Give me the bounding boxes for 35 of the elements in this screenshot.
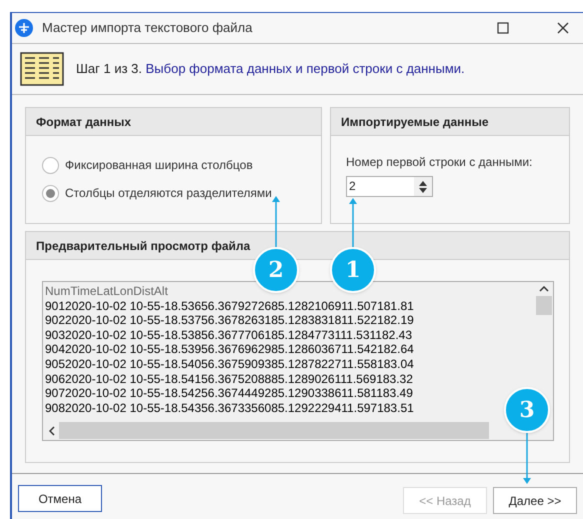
preview-line: 9062020-10-02 10-55-18.54156.3675208885.1289026111.569183.32: [45, 372, 413, 386]
radio-option[interactable]: Фиксированная ширина столбцов: [42, 156, 253, 174]
preview-header: NumTimeLatLonDistAlt: [45, 284, 168, 299]
app-icon: [14, 18, 34, 38]
number-spinner[interactable]: 2: [346, 176, 433, 197]
radio-button[interactable]: [42, 184, 59, 202]
preview-line: 9042020-10-02 10-55-18.53956.3676962985.1286036711.542182.64: [45, 342, 414, 357]
cancel-button[interactable]: Отмена: [18, 485, 102, 512]
step-text: Шаг 1 из 3. Выбор формата данных и первой строки с данными.: [76, 60, 465, 78]
leader-line: [349, 198, 357, 248]
table-icon: [20, 52, 64, 86]
scroll-thumb[interactable]: [536, 296, 552, 315]
leader-line: [523, 432, 531, 484]
preview-line: 9052020-10-02 10-55-18.54056.3675909385.1287822711.558183.04: [45, 356, 414, 372]
preview-line: 9082020-10-02 10-55-18.54356.3673356085.1292229411.597183.51: [45, 400, 414, 416]
left-chevron-icon[interactable]: [49, 426, 55, 436]
up-chevron-icon[interactable]: [539, 286, 549, 292]
close-icon[interactable]: [557, 22, 569, 34]
down-arrow-icon[interactable]: [419, 188, 427, 192]
preview-line: 9022020-10-02 10-55-18.53756.3678263185.1283831811.522182.19: [45, 313, 414, 328]
preview-line: 9072020-10-02 10-55-18.54256.3674449285.1290338611.581183.49: [45, 386, 413, 401]
next-button[interactable]: Далее >>: [493, 487, 577, 514]
radio-option[interactable]: Столбцы отделяются разделителями: [42, 184, 272, 202]
field-label: Номер первой строки с данными:: [346, 154, 534, 171]
leader-line: [272, 196, 280, 248]
preview-line: 9012020-10-02 10-55-18.53656.3679272685.1282106911.507181.81: [45, 298, 414, 314]
scroll-thumb[interactable]: [59, 422, 489, 439]
maximize-icon[interactable]: [497, 22, 509, 34]
panel-title: Формат данных: [26, 108, 321, 136]
panel-title: Импортируемые данные: [331, 108, 569, 136]
panel-title: Предварительный просмотр файла: [26, 232, 569, 260]
preview-line: 9032020-10-02 10-55-18.53856.3677706185.1284773111.531182.43: [45, 328, 412, 342]
radio-button[interactable]: [42, 156, 59, 174]
window-title: Мастер импорта текстового файла: [42, 19, 252, 38]
up-arrow-icon[interactable]: [419, 180, 427, 186]
